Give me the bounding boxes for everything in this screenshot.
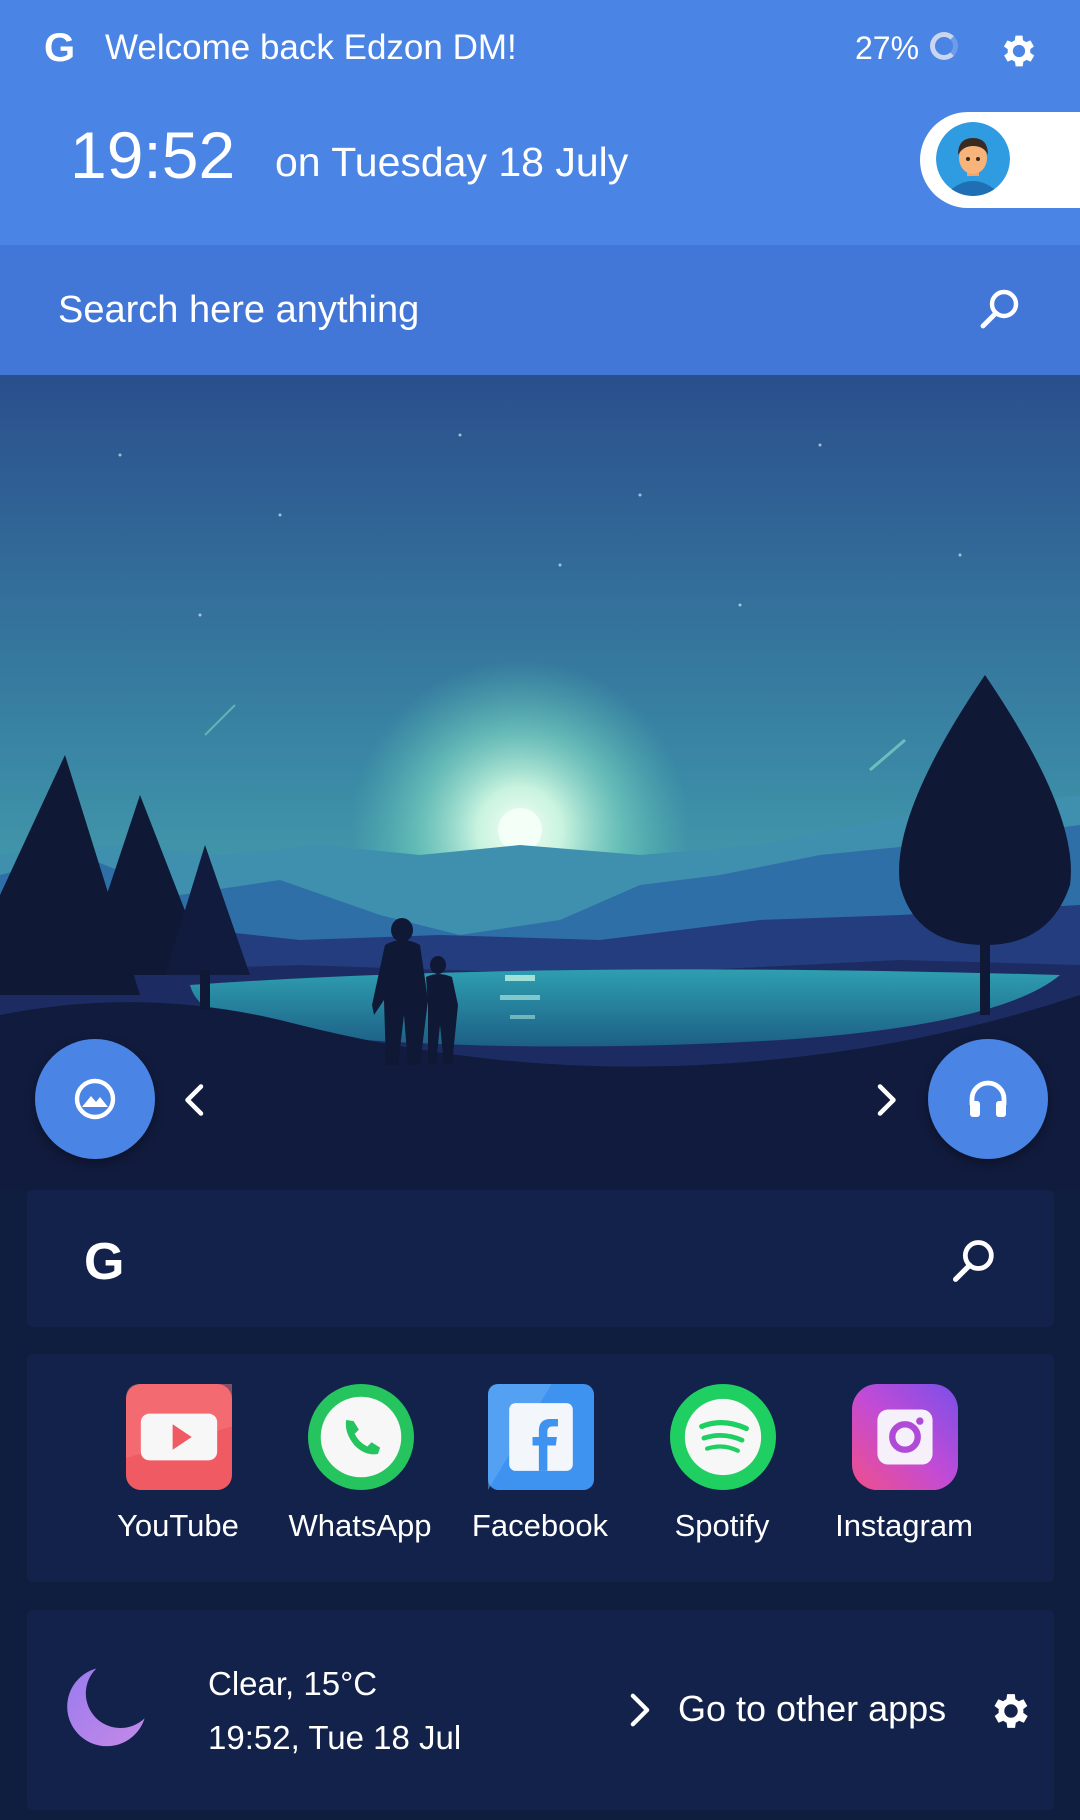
app-youtube[interactable]: YouTube: [88, 1378, 268, 1568]
search-input[interactable]: Search here anything: [58, 286, 419, 334]
clock-time[interactable]: 19:52: [70, 115, 235, 195]
chevron-right-icon[interactable]: [625, 1690, 655, 1730]
app-spotify[interactable]: Spotify: [632, 1378, 812, 1568]
app-facebook[interactable]: Facebook: [450, 1378, 630, 1568]
google-logo-icon[interactable]: G: [44, 26, 84, 70]
search-icon[interactable]: [948, 1236, 1000, 1288]
headphones-icon: [969, 1080, 1007, 1117]
chevron-right-icon[interactable]: [868, 1080, 904, 1120]
wallpaper-image: [0, 375, 1080, 1190]
app-label: YouTube: [117, 1508, 239, 1543]
go-to-other-apps-link[interactable]: Go to other apps: [678, 1686, 946, 1732]
clock-date: on Tuesday 18 July: [275, 139, 629, 185]
avatar-icon[interactable]: [936, 122, 1010, 196]
moon-icon: [67, 1668, 145, 1747]
weather-datetime: 19:52, Tue 18 Jul: [208, 1719, 462, 1756]
app-label: WhatsApp: [288, 1508, 432, 1543]
app-label: Spotify: [674, 1508, 770, 1543]
app-instagram[interactable]: Instagram: [814, 1378, 994, 1568]
google-g-icon[interactable]: G: [84, 1232, 124, 1292]
search-icon[interactable]: [976, 286, 1024, 334]
app-whatsapp[interactable]: WhatsApp: [270, 1378, 450, 1568]
landscape-icon: [74, 1078, 116, 1120]
settings-gear-icon[interactable]: [998, 30, 1040, 72]
wallpaper-button[interactable]: [35, 1039, 155, 1159]
weather-condition: Clear, 15°C: [208, 1665, 378, 1702]
whatsapp-icon: [308, 1384, 414, 1490]
youtube-icon: [126, 1384, 232, 1490]
music-button[interactable]: [928, 1039, 1048, 1159]
settings-gear-icon[interactable]: [988, 1688, 1034, 1734]
google-search-widget[interactable]: [27, 1190, 1054, 1327]
welcome-text: Welcome back Edzon DM!: [105, 28, 517, 67]
chevron-left-icon[interactable]: [177, 1080, 213, 1120]
app-label: Instagram: [835, 1508, 973, 1543]
app-label: Facebook: [471, 1508, 609, 1543]
battery-percent: 27%: [855, 30, 920, 66]
spotify-icon: [670, 1384, 776, 1490]
battery-ring-icon: [930, 32, 958, 60]
instagram-icon: [852, 1384, 958, 1490]
facebook-icon: [488, 1384, 594, 1490]
